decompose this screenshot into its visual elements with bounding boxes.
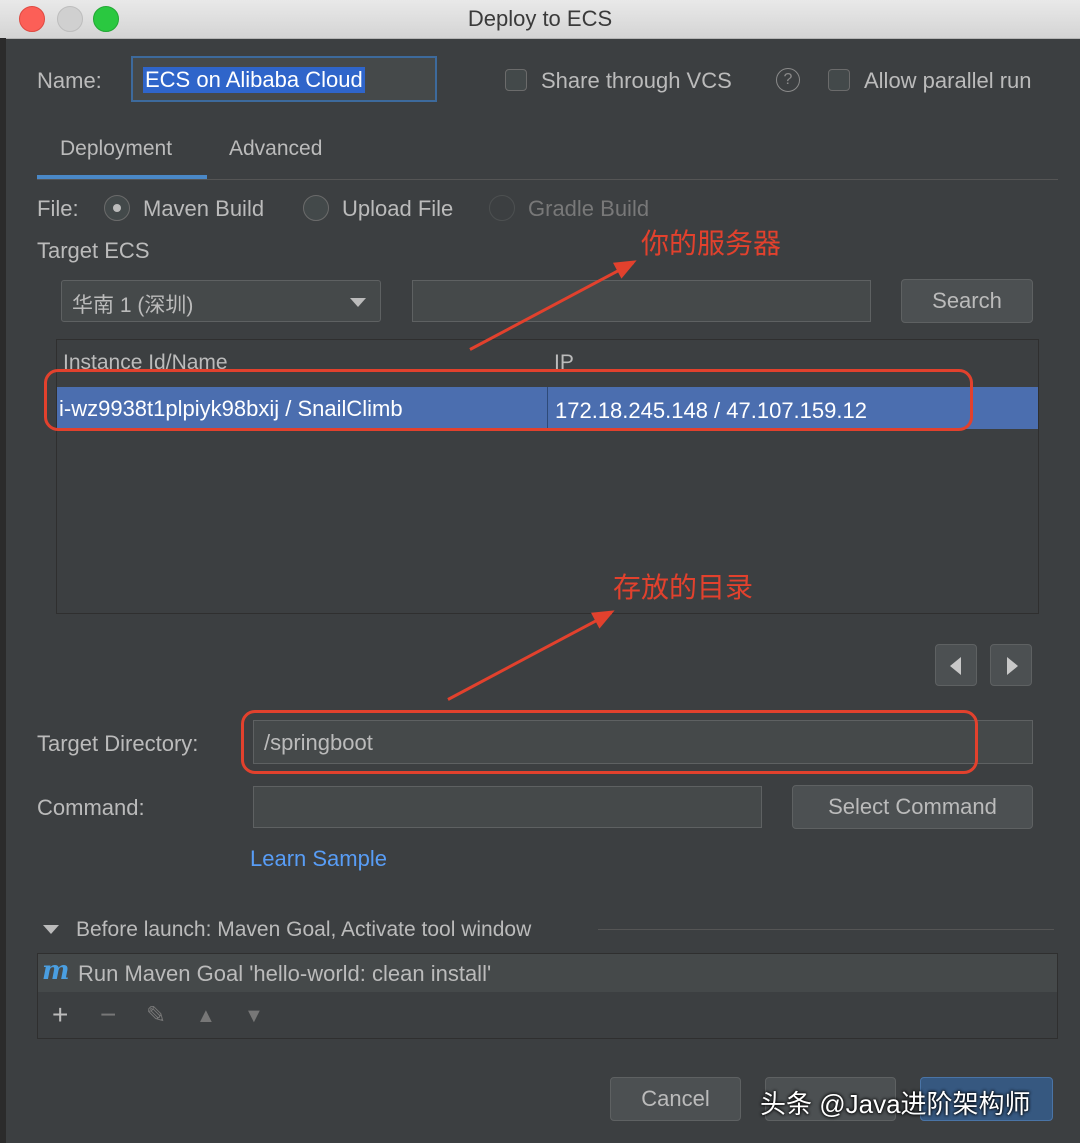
tab-advanced[interactable]: Advanced [229,137,322,161]
edit-icon[interactable]: ✎ [146,1001,166,1030]
cancel-button[interactable]: Cancel [610,1077,741,1121]
previous-page-button[interactable] [935,644,977,686]
chevron-down-icon [350,298,366,307]
directory-arrow [447,611,613,701]
region-value: 华南 1 (深圳) [72,294,194,317]
select-command-button[interactable]: Select Command [792,785,1033,829]
maven-goal-text: Run Maven Goal 'hello-world: clean insta… [78,961,492,986]
before-launch-label[interactable]: Before launch: Maven Goal, Activate tool… [76,918,531,942]
search-input[interactable] [412,280,871,322]
before-launch-list: m Run Maven Goal 'hello-world: clean ins… [37,953,1058,1039]
target-ecs-label: Target ECS [37,238,150,263]
search-button[interactable]: Search [901,279,1033,323]
name-input[interactable]: ECS on Alibaba Cloud [131,56,437,102]
window-titlebar: Deploy to ECS [0,0,1080,39]
share-vcs-checkbox[interactable] [505,69,527,91]
directory-annotation: 存放的目录 [613,572,754,603]
next-page-button[interactable] [990,644,1032,686]
upload-file-label[interactable]: Upload File [342,196,453,222]
background-editor-strip [0,38,6,1143]
arrow-left-icon [950,657,961,675]
arrow-right-icon [1007,657,1018,675]
upload-file-radio[interactable] [303,195,329,221]
name-label: Name: [37,68,102,93]
allow-parallel-label[interactable]: Allow parallel run [864,68,1032,94]
help-icon[interactable]: ? [776,68,800,92]
gradle-build-label: Gradle Build [528,196,650,221]
maven-build-radio[interactable] [104,195,130,221]
before-launch-separator [598,929,1054,930]
target-directory-label: Target Directory: [37,731,199,756]
maven-icon: m [42,956,70,986]
server-highlight-box [44,369,973,431]
directory-highlight-box [241,710,978,774]
collapse-triangle-icon[interactable] [43,925,59,934]
window-title: Deploy to ECS [467,6,613,31]
server-annotation: 你的服务器 [641,228,782,259]
file-label: File: [37,196,79,221]
list-item[interactable]: m Run Maven Goal 'hello-world: clean ins… [38,954,1057,992]
remove-icon[interactable]: − [100,999,116,1031]
command-label: Command: [37,795,145,820]
allow-parallel-checkbox[interactable] [828,69,850,91]
before-launch-toolbar: + − ✎ ▲ ▼ [38,993,1057,1038]
tab-deployment[interactable]: Deployment [60,137,172,161]
gradle-build-radio [489,195,515,221]
learn-sample-link[interactable]: Learn Sample [250,846,387,872]
share-vcs-label[interactable]: Share through VCS [541,68,732,94]
move-down-icon[interactable]: ▼ [244,1005,264,1028]
move-up-icon[interactable]: ▲ [196,1005,216,1028]
region-select[interactable]: 华南 1 (深圳) [61,280,381,322]
watermark: 头条 @Java进阶架构师 [760,1089,1031,1119]
add-icon[interactable]: + [52,999,68,1031]
tab-separator [37,179,1058,180]
maven-build-label[interactable]: Maven Build [143,196,264,222]
name-input-value: ECS on Alibaba Cloud [143,67,365,93]
command-input[interactable] [253,786,762,828]
